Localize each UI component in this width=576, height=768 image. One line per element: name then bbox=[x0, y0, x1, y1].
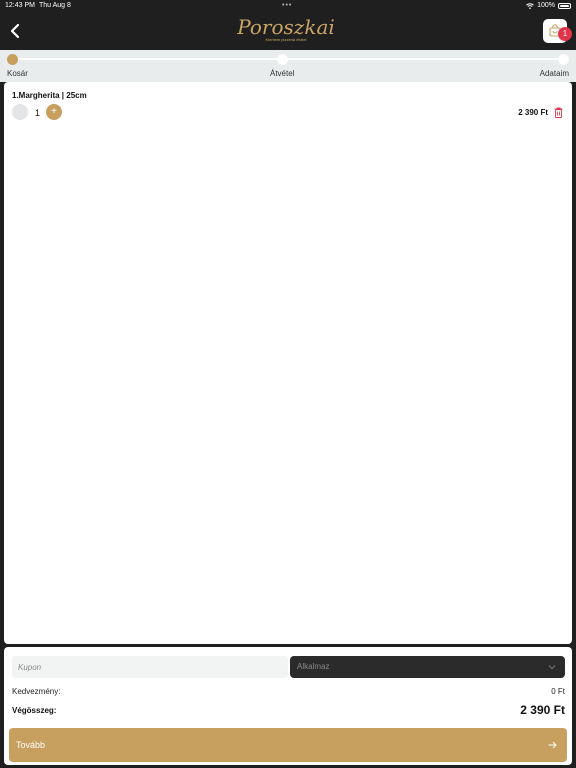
app-header: Poroszkai Kiemem pizzéria elvitel 1 bbox=[0, 12, 576, 50]
wifi-icon bbox=[526, 3, 534, 9]
total-label: Végösszeg: bbox=[12, 706, 57, 715]
brand-logo: Poroszkai Kiemem pizzéria elvitel bbox=[236, 15, 336, 47]
back-button[interactable] bbox=[6, 21, 26, 41]
status-date: Thu Aug 8 bbox=[39, 2, 71, 9]
quantity-decrease-button[interactable] bbox=[12, 104, 28, 120]
step-dot-pickup[interactable] bbox=[277, 54, 288, 65]
cart-items-panel: 1.Margherita | 25cm 1 + 2 390 Ft bbox=[4, 82, 572, 644]
coupon-input[interactable] bbox=[12, 656, 288, 678]
battery-percent: 100% bbox=[537, 2, 555, 9]
arrow-right-icon bbox=[548, 741, 557, 749]
multitasking-dots-icon[interactable]: ••• bbox=[282, 0, 292, 12]
trash-icon[interactable] bbox=[554, 107, 563, 118]
apply-coupon-label: Alkalmaz bbox=[297, 662, 330, 671]
next-button-label: Tovább bbox=[16, 740, 46, 750]
discount-label: Kedvezmény: bbox=[12, 687, 61, 696]
item-name: 1.Margherita | 25cm bbox=[12, 91, 87, 100]
next-button[interactable]: Tovább bbox=[9, 728, 567, 762]
status-indicators: 100% bbox=[526, 0, 571, 12]
quantity-increase-button[interactable]: + bbox=[46, 104, 62, 120]
checkout-progress: Kosár Átvétel Adataim bbox=[0, 50, 576, 82]
status-time: 12:43 PM bbox=[5, 2, 35, 9]
progress-track bbox=[12, 58, 564, 60]
discount-value: 0 Ft bbox=[551, 687, 565, 696]
step-label-details: Adataim bbox=[539, 69, 569, 78]
order-summary-panel: Alkalmaz Kedvezmény: 0 Ft Végösszeg: 2 3… bbox=[4, 647, 572, 765]
step-label-pickup: Átvétel bbox=[270, 69, 295, 78]
apply-coupon-select[interactable]: Alkalmaz bbox=[290, 656, 565, 678]
item-price: 2 390 Ft bbox=[518, 108, 548, 117]
chevron-down-icon bbox=[548, 665, 556, 670]
step-dot-cart[interactable] bbox=[7, 54, 18, 65]
status-bar: 12:43 PM Thu Aug 8 ••• 100% bbox=[0, 0, 576, 12]
step-dot-details[interactable] bbox=[558, 54, 569, 65]
chevron-left-icon bbox=[10, 23, 20, 39]
step-label-cart: Kosár bbox=[7, 69, 28, 78]
battery-icon bbox=[558, 3, 571, 9]
quantity-value: 1 bbox=[35, 108, 41, 118]
cart-count-badge: 1 bbox=[558, 27, 572, 41]
total-value: 2 390 Ft bbox=[520, 703, 565, 717]
logo-title: Poroszkai bbox=[237, 15, 335, 39]
